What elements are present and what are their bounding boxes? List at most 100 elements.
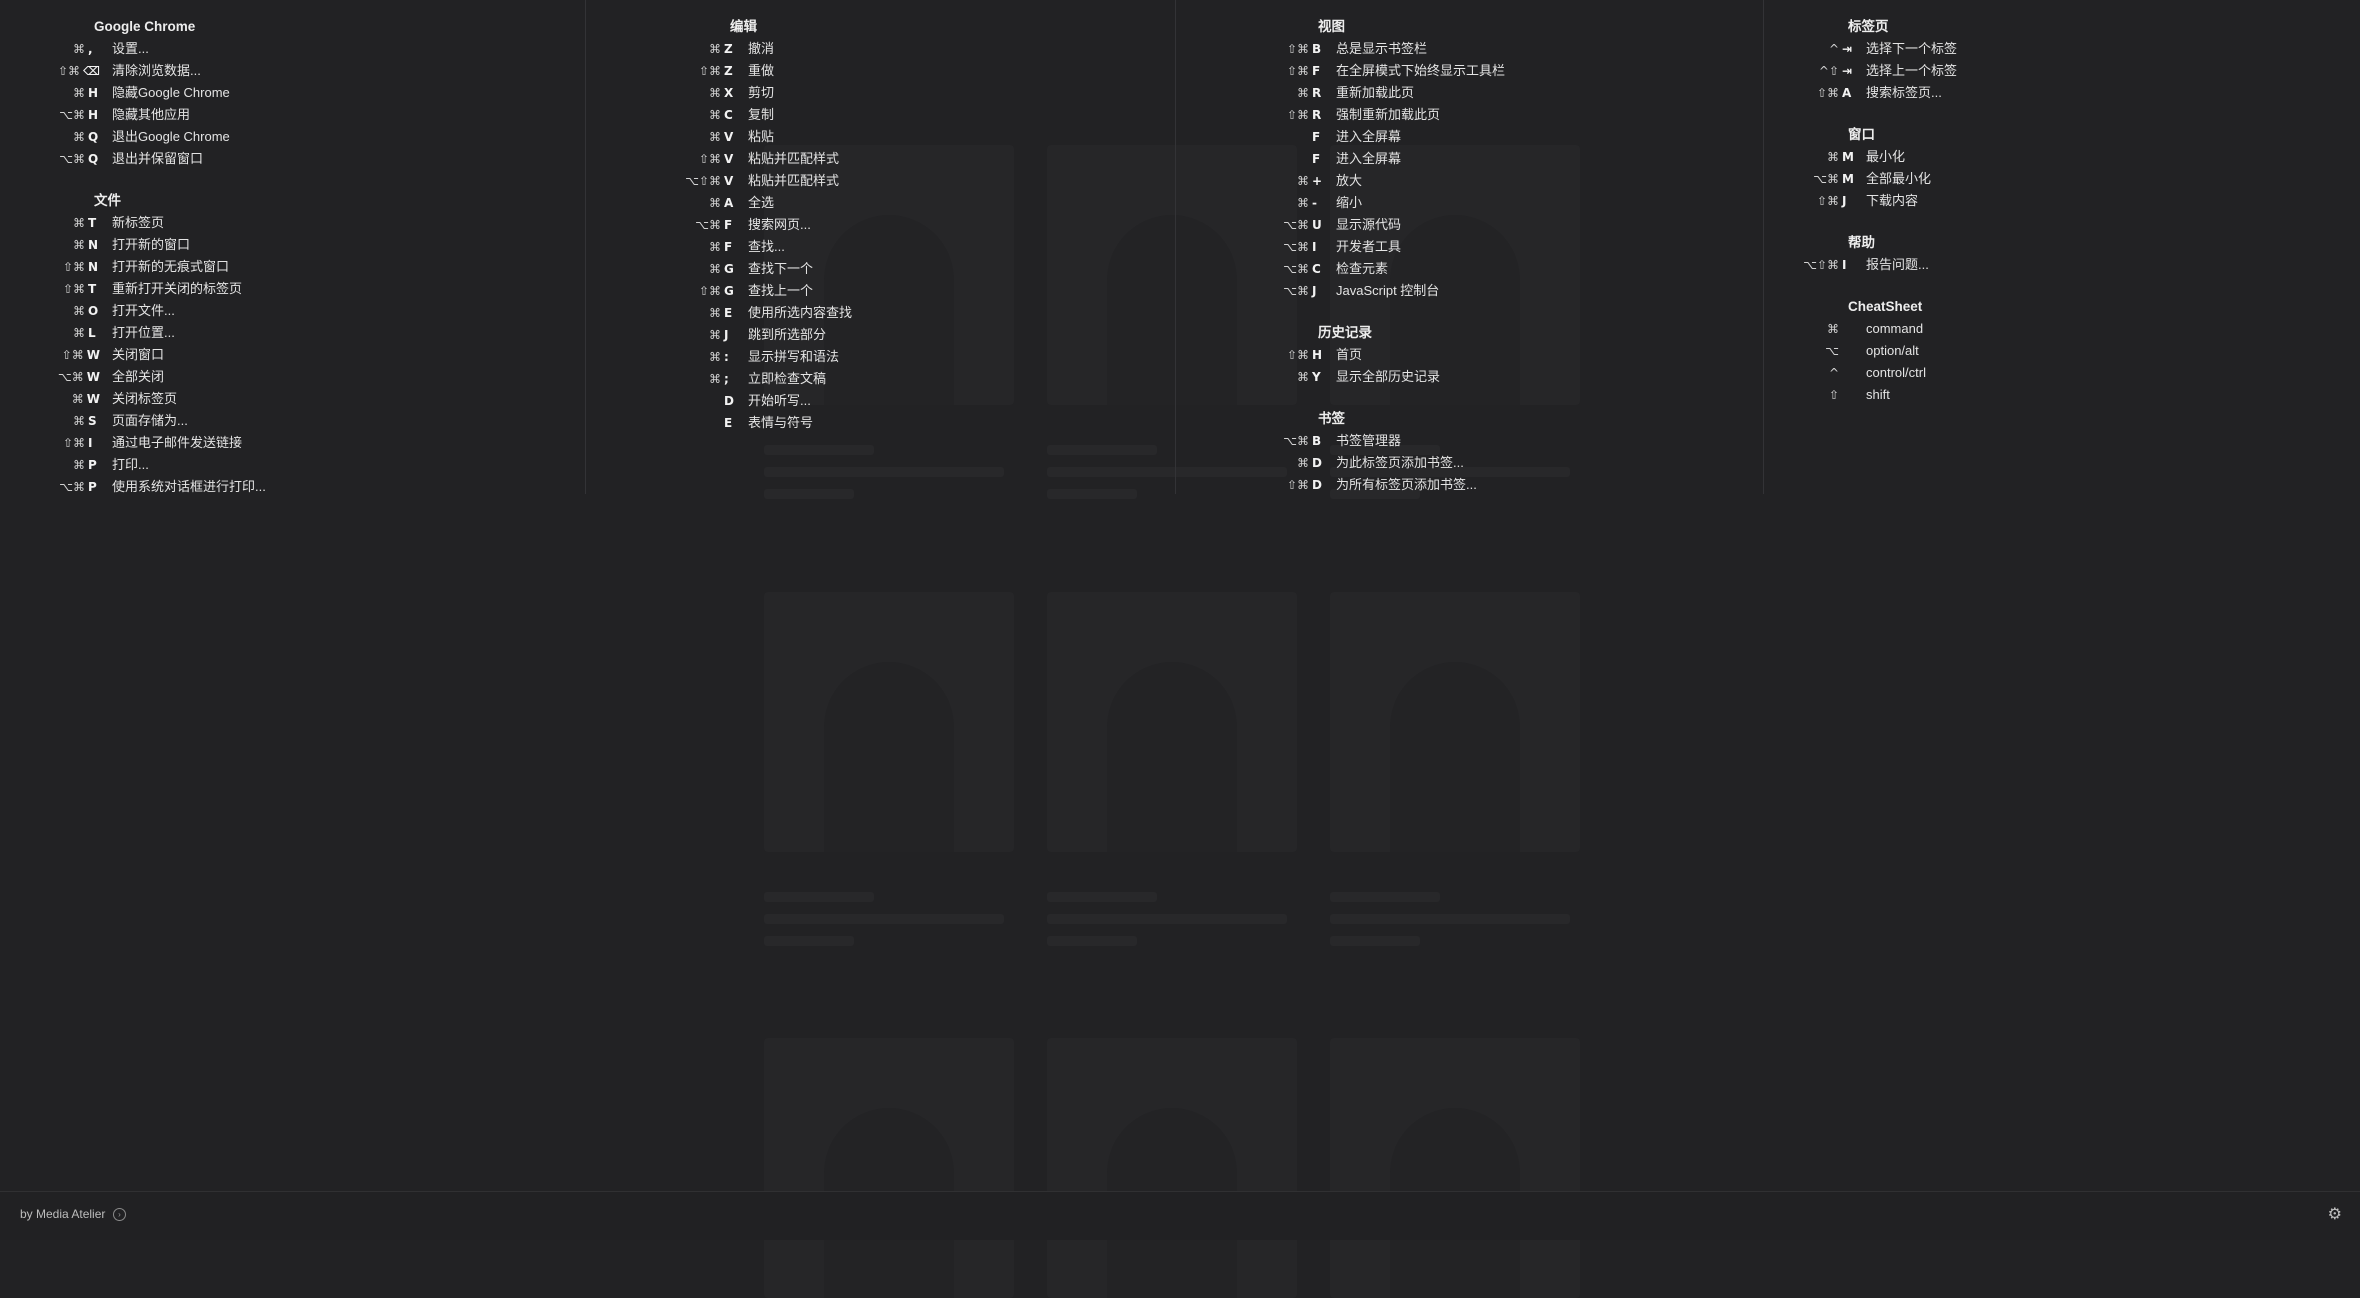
shortcut-label: 跳到所选部分 <box>748 327 827 342</box>
shortcut-row: ⌥⌘ H 隐藏其他应用 <box>0 104 585 126</box>
shortcut-row: ⌥⌘ M 全部最小化 <box>1768 168 2354 190</box>
gear-icon[interactable]: ⚙ <box>2328 1204 2342 1224</box>
shortcut-key: ⇥ <box>1842 64 1853 78</box>
modifier-keys: ⇧⌘ <box>1286 64 1309 78</box>
shortcut-row: ⌘ T 新标签页 <box>0 212 585 234</box>
shortcut-key: E <box>724 416 733 430</box>
shortcut-label: 通过电子邮件发送链接 <box>112 435 243 450</box>
shortcut-key: F <box>1312 130 1321 144</box>
shortcut-row: ⇧⌘ N 打开新的无痕式窗口 <box>0 256 585 278</box>
modifier-keys: ⌥⌘ <box>1283 218 1309 232</box>
shortcut-keys: ⌥⌘ M <box>1768 168 1854 190</box>
shortcut-keys: ⌘ Z <box>590 38 736 60</box>
shortcut-key: I <box>1842 258 1847 272</box>
shortcut-key: N <box>88 260 99 274</box>
shortcut-row: ⌘ D 为此标签页添加书签... <box>1178 452 1763 474</box>
shortcut-key: V <box>724 174 734 188</box>
shortcut-section: 帮助 ⌥⇧⌘ I 报告问题... <box>1768 232 2354 276</box>
shortcut-row: ^ control/ctrl <box>1768 362 2354 384</box>
background-text-line <box>1047 914 1287 924</box>
shortcut-label: 粘贴 <box>748 129 775 144</box>
modifier-keys: ⇧⌘ <box>698 152 721 166</box>
shortcut-key: T <box>88 282 97 296</box>
background-card-shape <box>1107 662 1237 852</box>
shortcut-row: ⌘ S 页面存储为... <box>0 410 585 432</box>
shortcut-row: ⌘ H 隐藏Google Chrome <box>0 82 585 104</box>
shortcut-label: 打开位置... <box>112 325 175 340</box>
shortcut-label: 关闭窗口 <box>112 347 165 362</box>
shortcut-label: 首页 <box>1336 347 1363 362</box>
shortcut-label: 查找上一个 <box>748 283 814 298</box>
shortcut-row: ⇧⌘ J 下载内容 <box>1768 190 2354 212</box>
shortcut-row: ⇧⌘ H 首页 <box>1178 344 1763 366</box>
shortcut-keys: F <box>1178 148 1324 170</box>
shortcut-key: N <box>88 238 99 252</box>
shortcut-label: 搜索标签页... <box>1866 85 1942 100</box>
shortcut-key: R <box>1312 108 1322 122</box>
shortcut-keys: D <box>590 390 736 412</box>
modifier-keys: ⌘ <box>709 372 721 386</box>
modifier-keys: ⌘ <box>73 216 85 230</box>
background-text-line <box>764 914 1004 924</box>
shortcut-keys: ⌘ <box>1768 318 1854 340</box>
shortcut-label: 报告问题... <box>1866 257 1929 272</box>
background-card <box>1330 592 1580 852</box>
modifier-keys: ⌘ <box>709 262 721 276</box>
shortcut-label: 书签管理器 <box>1336 433 1402 448</box>
shortcut-key: T <box>88 216 97 230</box>
shortcut-row: ⌘ O 打开文件... <box>0 300 585 322</box>
shortcut-row: ⌘ N 打开新的窗口 <box>0 234 585 256</box>
shortcut-keys: ⌘ C <box>590 104 736 126</box>
shortcut-row: ⌥⌘ U 显示源代码 <box>1178 214 1763 236</box>
arrow-circle-icon[interactable]: › <box>113 1208 126 1221</box>
shortcut-section: CheatSheet ⌘ command ⌥ option/alt ^ control/ct… <box>1768 296 2354 406</box>
shortcut-row: ⌘, 设置... <box>0 38 585 60</box>
shortcut-key: J <box>724 328 729 342</box>
shortcut-section: 书签 ⌥⌘ B 书签管理器 ⌘ D 为此标签页添加书签... ⇧⌘ D 为所有标签页添加书签... <box>1178 408 1763 496</box>
shortcut-label: 选择上一个标签 <box>1866 63 1958 78</box>
shortcut-key: Y <box>1312 370 1321 384</box>
shortcut-label: 设置... <box>112 41 149 56</box>
shortcut-keys: ⌥⌘ J <box>1178 280 1324 302</box>
shortcut-label: shift <box>1866 387 1890 402</box>
modifier-keys: ⌥⌘ <box>1283 434 1309 448</box>
modifier-keys: ⌘ <box>1827 322 1839 336</box>
shortcut-row: ⌘ P 打印... <box>0 454 585 476</box>
shortcut-row: ⌘ Q 退出Google Chrome <box>0 126 585 148</box>
shortcut-keys: ⌘ H <box>0 82 100 104</box>
shortcut-keys: ⌘ - <box>1178 192 1324 214</box>
modifier-keys: ⌘ <box>1297 86 1309 100</box>
modifier-keys: ⌥⌘ <box>59 108 85 122</box>
shortcut-row: ⇧ shift <box>1768 384 2354 406</box>
modifier-keys: ⌥⌘ <box>1813 172 1839 186</box>
credit-label: by Media Atelier <box>20 1207 106 1221</box>
shortcut-label: 为所有标签页添加书签... <box>1336 477 1477 492</box>
shortcut-row: ⌘ + 放大 <box>1178 170 1763 192</box>
modifier-keys: ⌥⇧⌘ <box>1803 258 1839 272</box>
shortcut-row: ⇧⌘ Z 重做 <box>590 60 1175 82</box>
shortcut-key: R <box>1312 86 1322 100</box>
shortcut-key: U <box>1312 218 1322 232</box>
modifier-keys: ⌥⌘ <box>695 218 721 232</box>
shortcut-section: 窗口 ⌘ M 最小化 ⌥⌘ M 全部最小化 ⇧⌘ J 下载内容 <box>1768 124 2354 212</box>
shortcut-key: A <box>724 196 734 210</box>
shortcut-keys: ⌥⌘ H <box>0 104 100 126</box>
shortcut-keys: ⌥ <box>1768 340 1854 362</box>
shortcut-label: 隐藏Google Chrome <box>112 85 230 100</box>
modifier-keys: ⌥⌘ <box>57 370 84 384</box>
section-title: 标签页 <box>1848 19 1889 34</box>
background-card <box>764 1038 1014 1298</box>
shortcut-keys: ⌥⌘ U <box>1178 214 1324 236</box>
shortcut-keys: ⇧ <box>1768 384 1854 406</box>
modifier-keys: ⌘ <box>709 86 721 100</box>
modifier-keys: ⌘ <box>71 392 84 406</box>
shortcut-keys: ⇧⌘ D <box>1178 474 1324 496</box>
shortcut-row: ⌘ command <box>1768 318 2354 340</box>
modifier-keys: ⌘ <box>1297 370 1309 384</box>
shortcut-key: H <box>88 86 99 100</box>
background-text-line <box>764 936 854 946</box>
shortcut-key: ⇥ <box>1842 42 1853 56</box>
shortcut-row: ⌘ Z 撤消 <box>590 38 1175 60</box>
shortcut-key: , <box>88 42 93 56</box>
shortcut-label: 最小化 <box>1866 149 1906 164</box>
